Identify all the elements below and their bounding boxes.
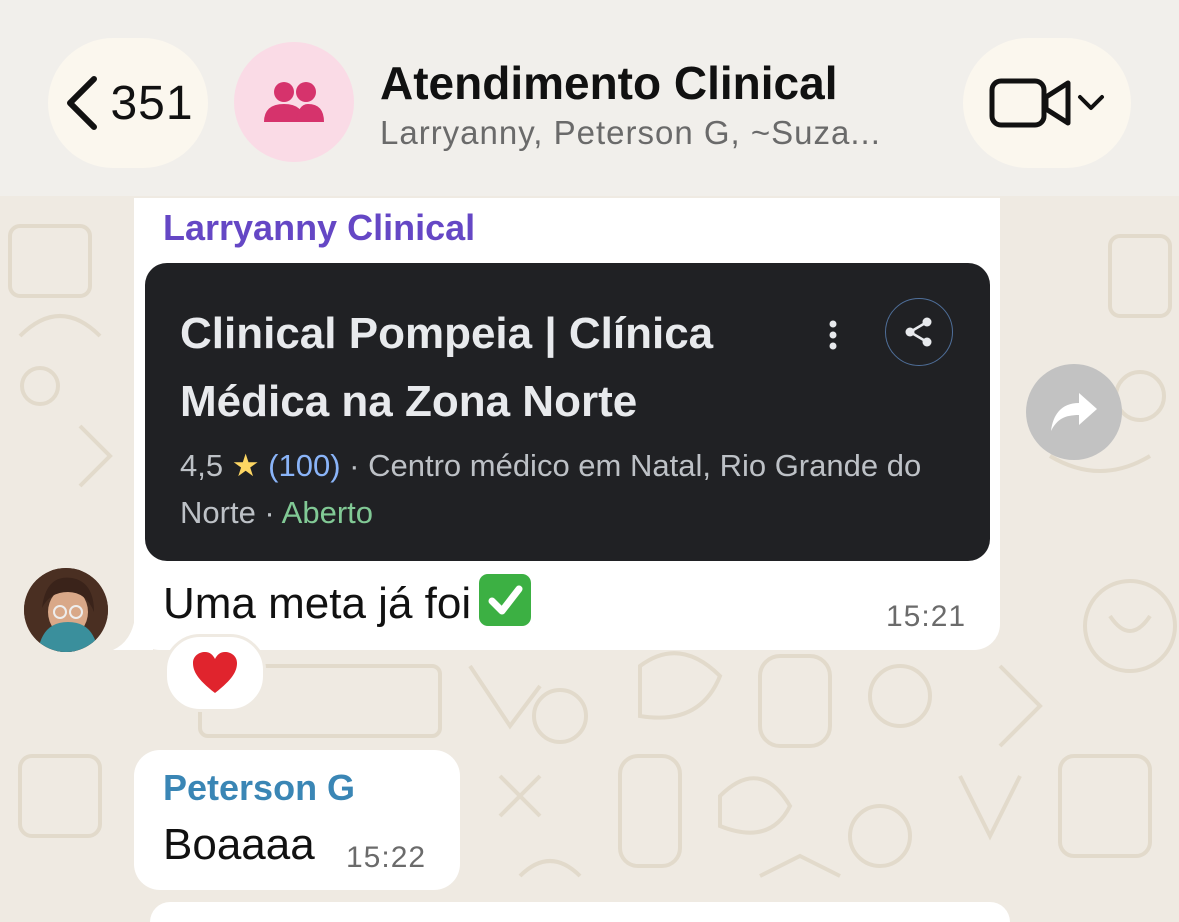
group-icon [264, 82, 324, 122]
more-vertical-icon[interactable] [820, 318, 846, 352]
chat-title[interactable]: Atendimento Clinical [380, 56, 837, 110]
heart-icon [193, 652, 237, 693]
share-button[interactable] [885, 298, 953, 366]
message-bubble-partial [150, 902, 1010, 922]
chevron-left-icon [67, 76, 98, 130]
chat-participants[interactable]: Larryanny, Peterson G, ~Suza... [380, 114, 881, 152]
chevron-down-icon [1078, 95, 1104, 110]
link-preview-details: 4,5 ★ (100) · Centro médico em Natal, Ri… [180, 442, 950, 536]
forward-button[interactable] [1026, 364, 1122, 460]
message-text-content: Uma meta já foi [163, 579, 472, 628]
rating-value: 4,5 [180, 448, 224, 483]
video-camera-icon [989, 78, 1071, 128]
back-button[interactable]: 351 [48, 38, 208, 168]
message-timestamp: 15:22 [346, 841, 427, 874]
bubble-tail [113, 618, 153, 650]
sender-name[interactable]: Peterson G [163, 767, 355, 809]
unread-count: 351 [110, 76, 194, 130]
share-icon [905, 317, 932, 347]
link-preview-title[interactable]: Clinical Pompeia | Clínica Médica na Zon… [180, 300, 780, 436]
sender-name[interactable]: Larryanny Clinical [163, 207, 475, 249]
forward-arrow-icon [1051, 393, 1097, 431]
group-avatar[interactable] [234, 42, 354, 162]
sender-avatar-photo [24, 568, 108, 652]
chat-header: 351 Atendimento Clinical Larryanny, Pete… [0, 0, 1179, 196]
message-timestamp: 15:21 [886, 600, 967, 633]
check-mark-button-icon [479, 574, 532, 626]
open-status: Aberto [281, 495, 373, 530]
video-call-button[interactable] [963, 38, 1131, 168]
message-text: Boaaaa [163, 820, 315, 869]
message-text: Uma meta já foi [163, 574, 532, 629]
rating-count: (100) [268, 448, 341, 483]
sender-avatar[interactable] [24, 568, 108, 652]
message-reaction[interactable] [164, 634, 266, 712]
star-icon: ★ [231, 448, 260, 483]
